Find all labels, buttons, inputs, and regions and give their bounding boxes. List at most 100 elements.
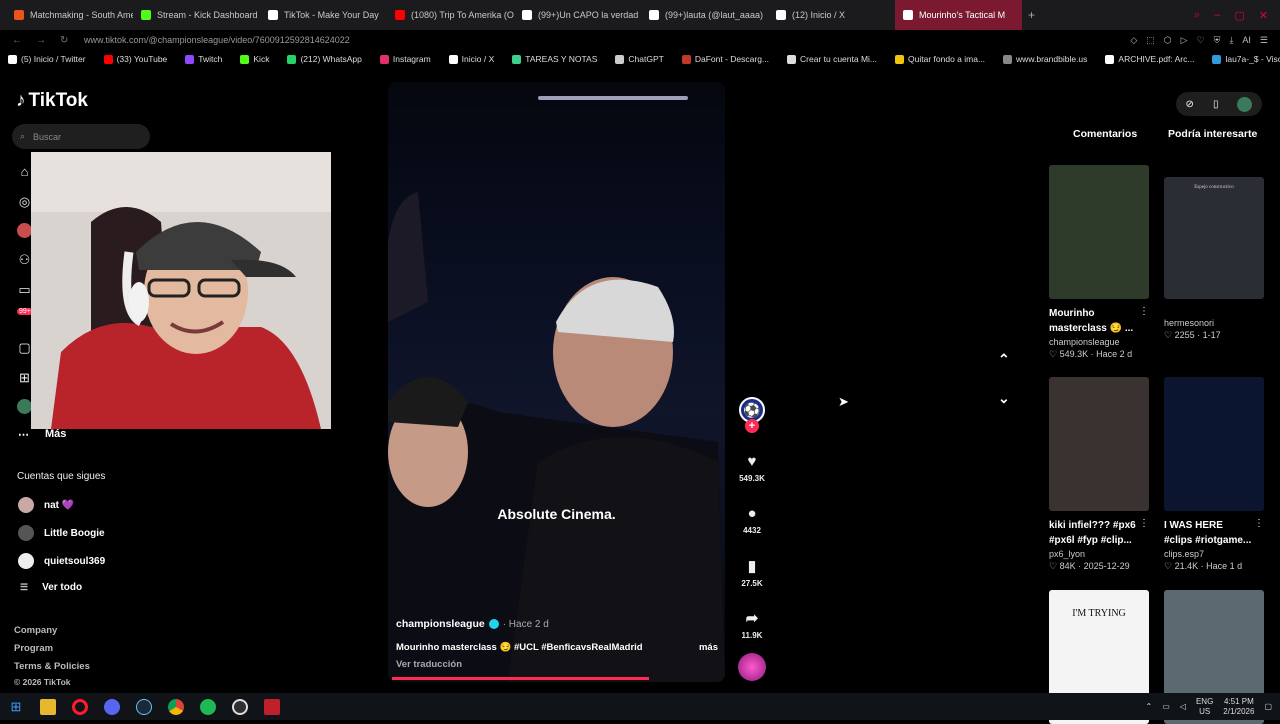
video-thumbnail[interactable]: Espejo constructivo	[1164, 177, 1264, 299]
search-input[interactable]: ⌕ Buscar	[12, 124, 150, 149]
bookmark-item[interactable]: Twitch	[185, 54, 222, 64]
chevron-up-icon[interactable]: ⌃	[998, 351, 1010, 368]
footer-company[interactable]: Company	[14, 625, 57, 636]
bookmark-item[interactable]: Inicio / X	[448, 54, 494, 64]
obs-icon[interactable]	[224, 693, 256, 720]
bookmark-item[interactable]: Quitar fondo a ima...	[895, 54, 985, 64]
spotify-icon[interactable]	[192, 693, 224, 720]
bookmark-item[interactable]: Instagram	[379, 54, 431, 64]
bookmark-item[interactable]: TAREAS Y NOTAS	[512, 54, 597, 64]
messages-icon[interactable]: ▢	[17, 340, 32, 355]
translate-link[interactable]: Ver traducción	[396, 659, 716, 670]
browser-tab[interactable]: TikTok - Make Your Day	[260, 0, 387, 30]
back-icon[interactable]: ←	[12, 35, 22, 46]
play-icon[interactable]: ▷	[1181, 35, 1188, 46]
steam-icon[interactable]	[128, 693, 160, 720]
following-account[interactable]: nat 💜	[18, 497, 74, 513]
profile-icon[interactable]	[17, 399, 32, 414]
new-tab-button[interactable]: +	[1028, 8, 1035, 22]
save-button[interactable]: ▮ 27.5K	[737, 557, 767, 588]
minimize-button[interactable]: –	[1214, 9, 1220, 22]
browser-tab[interactable]: Mourinho's Tactical M	[895, 0, 1022, 30]
profile-avatar-icon[interactable]	[17, 223, 32, 238]
bookmark-item[interactable]: www.brandbible.us	[1003, 54, 1087, 64]
discord-icon[interactable]	[96, 693, 128, 720]
forward-icon[interactable]: →	[36, 35, 46, 46]
browser-tab[interactable]: (99+)lauta (@laut_aaaa)	[641, 0, 768, 30]
opera-icon[interactable]	[64, 693, 96, 720]
card-username[interactable]: hermesonori	[1164, 318, 1264, 328]
card-options-icon[interactable]: ⋮	[1139, 518, 1149, 548]
compass-icon[interactable]: ⊘	[1186, 99, 1194, 110]
more-menu-item[interactable]: ⋯ Más	[18, 428, 66, 441]
bookmark-item[interactable]: (5) Inicio / Twitter	[8, 54, 86, 64]
suggested-video-card[interactable]: Espejo constructivo hermesonori ♡ 2255 · 1…	[1164, 165, 1264, 341]
video-thumbnail[interactable]	[1049, 377, 1149, 511]
browser-tab[interactable]: (99+)Un CAPO la verdad	[514, 0, 641, 30]
video-author[interactable]: championsleague	[396, 618, 485, 630]
bookmark-item[interactable]: DaFont - Descarg...	[681, 54, 769, 64]
follow-plus-button[interactable]: +	[745, 419, 759, 433]
suggested-video-card[interactable]: I WAS HERE #clips #riotgame... ⋮ clips.esp…	[1164, 377, 1264, 572]
language-indicator[interactable]: ENG US	[1196, 697, 1213, 717]
share-button[interactable]: ➦ 11.9K	[737, 609, 767, 640]
url-field[interactable]: www.tiktok.com/@championsleague/video/76…	[84, 35, 1130, 45]
reload-icon[interactable]: ↻	[60, 35, 68, 46]
user-avatar[interactable]	[1237, 96, 1253, 112]
bookmark-item[interactable]: ARCHIVE.pdf: Arc...	[1105, 54, 1194, 64]
following-account[interactable]: Little Boogie	[18, 525, 105, 541]
card-options-icon[interactable]: ⋮	[1254, 518, 1264, 548]
card-username[interactable]: clips.esp7	[1164, 549, 1264, 559]
footer-program[interactable]: Program	[14, 643, 53, 654]
heart-icon[interactable]: ♡	[1197, 35, 1205, 46]
browser-tab[interactable]: Stream - Kick Dashboard	[133, 0, 260, 30]
shield-icon[interactable]: ⛨	[1214, 35, 1221, 46]
clock[interactable]: 4:51 PM 2/1/2026	[1223, 697, 1254, 717]
download-icon[interactable]: ⤓	[1229, 35, 1233, 46]
more-link[interactable]: más	[699, 642, 718, 653]
card-username[interactable]: px6_lyon	[1049, 549, 1149, 559]
menu-icon[interactable]: ☰	[1260, 35, 1268, 46]
browser-tab[interactable]: (12) Inicio / X	[768, 0, 895, 30]
ai-button[interactable]: AI	[1242, 35, 1251, 46]
chrome-icon[interactable]	[160, 693, 192, 720]
file-explorer-icon[interactable]	[32, 693, 64, 720]
like-button[interactable]: ♥ 549.3K	[737, 453, 767, 483]
comment-button[interactable]: ● 4432	[737, 505, 767, 535]
following-account[interactable]: quietsoul369	[18, 553, 105, 569]
footer-terms[interactable]: Terms & Policies	[14, 661, 90, 672]
video-thumbnail[interactable]	[1049, 165, 1149, 299]
search-tabs-icon[interactable]: ⌕	[1194, 9, 1200, 22]
card-options-icon[interactable]: ⋮	[1139, 306, 1149, 336]
suggested-video-card[interactable]: kiki infiel??? #px6 #px6l #fyp #clip... ⋮…	[1049, 377, 1149, 572]
voicemeeter-icon[interactable]	[256, 693, 288, 720]
notification-icon[interactable]: ▢	[1264, 702, 1272, 711]
video-thumbnail[interactable]	[1164, 377, 1264, 511]
browser-tab[interactable]: Matchmaking - South Ame	[6, 0, 133, 30]
suggested-video-card[interactable]: Mourinho masterclass 😏 ... ⋮ championsleag…	[1049, 165, 1149, 360]
home-icon[interactable]: ⌂	[17, 164, 32, 179]
volume-icon[interactable]: ◁	[1180, 702, 1186, 711]
tray-expand-icon[interactable]: ⌃	[1146, 702, 1153, 711]
chevron-down-icon[interactable]: ⌄	[998, 390, 1010, 407]
screenshot-icon[interactable]: ⬚	[1146, 35, 1155, 46]
music-disc-icon[interactable]	[738, 653, 766, 681]
bookmark-item[interactable]: (33) YouTube	[103, 54, 167, 64]
network-icon[interactable]: ▭	[1162, 702, 1170, 711]
extension-icon[interactable]: ⬡	[1164, 35, 1172, 46]
tiktok-logo[interactable]: ♪ TikTok	[16, 90, 88, 112]
explore-icon[interactable]: ◎	[17, 194, 32, 209]
bookmark-item[interactable]: lau7a-_$ - Viscos...	[1212, 54, 1280, 64]
bookmark-icon[interactable]: ◇	[1130, 35, 1137, 46]
following-icon[interactable]: ⚇	[17, 252, 32, 267]
card-username[interactable]: championsleague	[1049, 337, 1149, 347]
bookmark-item[interactable]: (212) WhatsApp	[287, 54, 362, 64]
see-all-link[interactable]: ☰ Ver todo	[20, 582, 82, 593]
windows-start-icon[interactable]: ⊞	[0, 693, 32, 720]
device-icon[interactable]: ▯	[1213, 99, 1219, 110]
tab-comments[interactable]: Comentarios	[1073, 128, 1137, 140]
live-icon[interactable]: ▭	[17, 282, 32, 297]
bookmark-item[interactable]: Kick	[240, 54, 269, 64]
close-window-button[interactable]: ✕	[1259, 9, 1268, 22]
upload-icon[interactable]: ⊞	[17, 370, 32, 385]
